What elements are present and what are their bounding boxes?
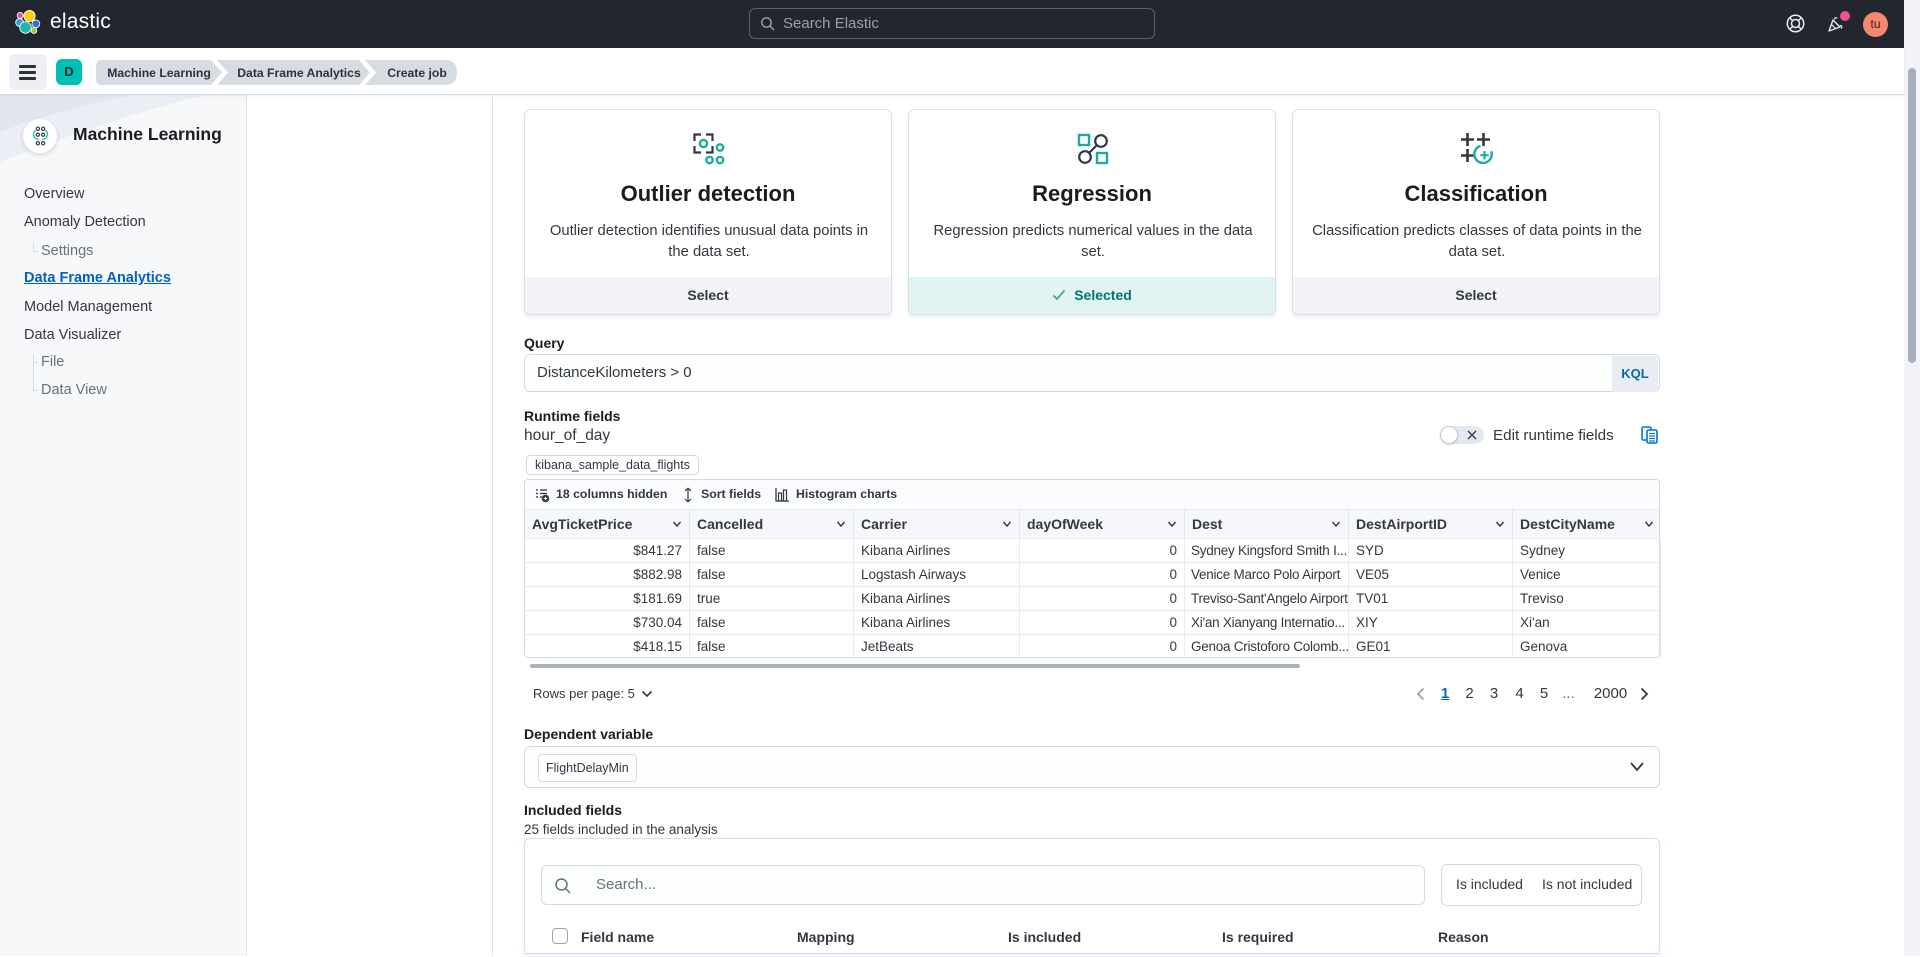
svg-text:Data Frame Analytics: Data Frame Analytics bbox=[237, 66, 361, 80]
svg-text:Create job: Create job bbox=[387, 66, 447, 80]
svg-text:Machine Learning: Machine Learning bbox=[107, 66, 211, 80]
